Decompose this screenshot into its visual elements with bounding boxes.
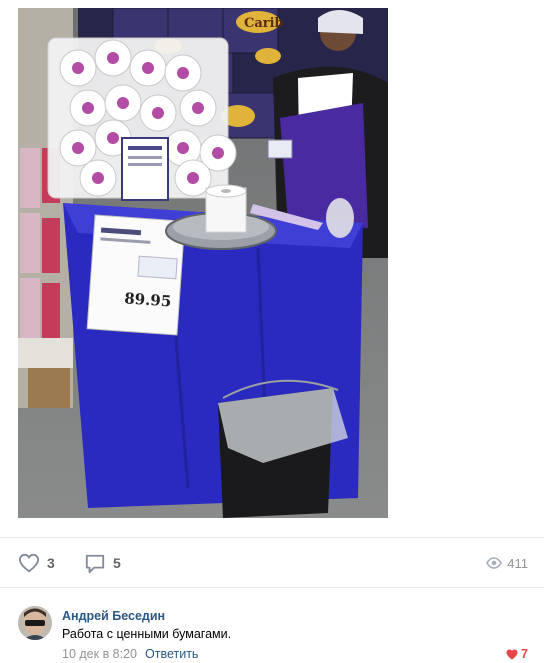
- comment-button[interactable]: 5: [84, 552, 121, 574]
- divider: [0, 537, 544, 538]
- comment-author[interactable]: Андрей Беседин: [62, 609, 165, 623]
- heart-icon: [18, 553, 40, 573]
- comment-date[interactable]: 10 дек в 8:20: [62, 647, 137, 661]
- avatar[interactable]: [18, 606, 52, 640]
- post-actions-bar: 3 5 411: [0, 540, 544, 586]
- views-count: 411: [507, 555, 528, 571]
- store-photo-illustration: Carib 89.95: [18, 8, 388, 518]
- comment-meta: 10 дек в 8:20 Ответить: [62, 647, 198, 661]
- comment-count: 5: [113, 555, 121, 571]
- comment-item: Андрей Беседин Работа с ценными бумагами…: [0, 600, 544, 663]
- heart-filled-icon: [506, 649, 518, 659]
- comment-icon: [85, 554, 105, 573]
- price-tag-text: 89.95: [124, 289, 172, 310]
- divider: [0, 587, 544, 588]
- reply-link[interactable]: Ответить: [145, 647, 198, 661]
- like-button[interactable]: 3: [18, 552, 55, 574]
- like-count: 3: [47, 555, 55, 571]
- comment-text: Работа с ценными бумагами.: [62, 627, 232, 641]
- avatar-image: [18, 606, 52, 640]
- post-photo[interactable]: Carib 89.95: [18, 8, 388, 518]
- views-counter: 411: [486, 552, 528, 574]
- comment-like-count: 7: [521, 647, 528, 661]
- brand-text: Carib: [244, 16, 284, 31]
- eye-icon: [486, 557, 503, 569]
- comment-like-button[interactable]: 7: [506, 647, 528, 661]
